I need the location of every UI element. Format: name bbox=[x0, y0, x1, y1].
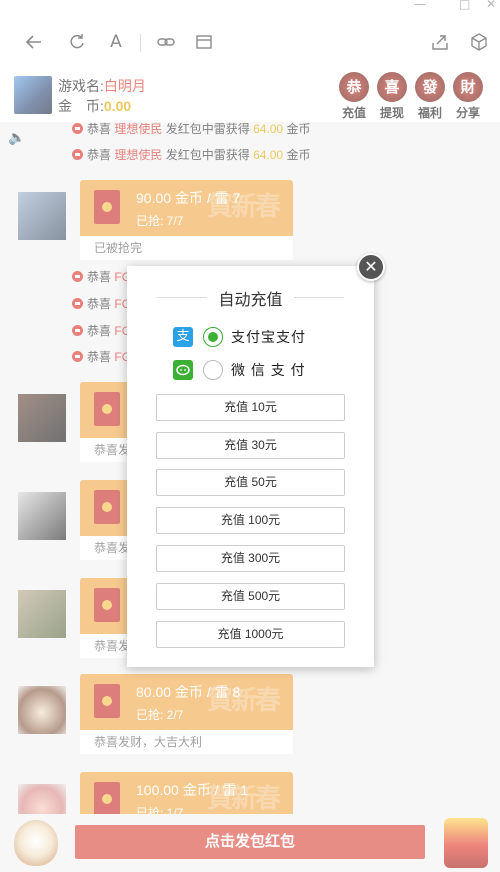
wechat-label: 微 信 支 付 bbox=[231, 362, 306, 378]
recharge-1000-button[interactable]: 充值 1000元 bbox=[156, 621, 345, 648]
wechat-icon bbox=[173, 360, 193, 380]
recharge-100-button[interactable]: 充值 100元 bbox=[156, 507, 345, 534]
recharge-30-button[interactable]: 充值 30元 bbox=[156, 432, 345, 459]
alipay-radio[interactable] bbox=[203, 327, 223, 347]
wechat-radio[interactable] bbox=[203, 360, 223, 380]
alipay-icon: 支 bbox=[173, 327, 193, 347]
recharge-500-button[interactable]: 充值 500元 bbox=[156, 583, 345, 610]
recharge-300-button[interactable]: 充值 300元 bbox=[156, 545, 345, 572]
alipay-option[interactable]: 支 支付宝支付 bbox=[173, 325, 306, 349]
recharge-10-button[interactable]: 充值 10元 bbox=[156, 394, 345, 421]
close-icon[interactable]: ✕ bbox=[357, 253, 385, 281]
recharge-50-button[interactable]: 充值 50元 bbox=[156, 469, 345, 496]
wechat-option[interactable]: 微 信 支 付 bbox=[173, 358, 306, 382]
alipay-label: 支付宝支付 bbox=[231, 329, 306, 345]
auto-recharge-dialog: 自动充值 支 支付宝支付 微 信 支 付 充值 10元 充值 30元 充值 50… bbox=[127, 266, 374, 667]
dialog-title: 自动充值 bbox=[127, 286, 374, 310]
